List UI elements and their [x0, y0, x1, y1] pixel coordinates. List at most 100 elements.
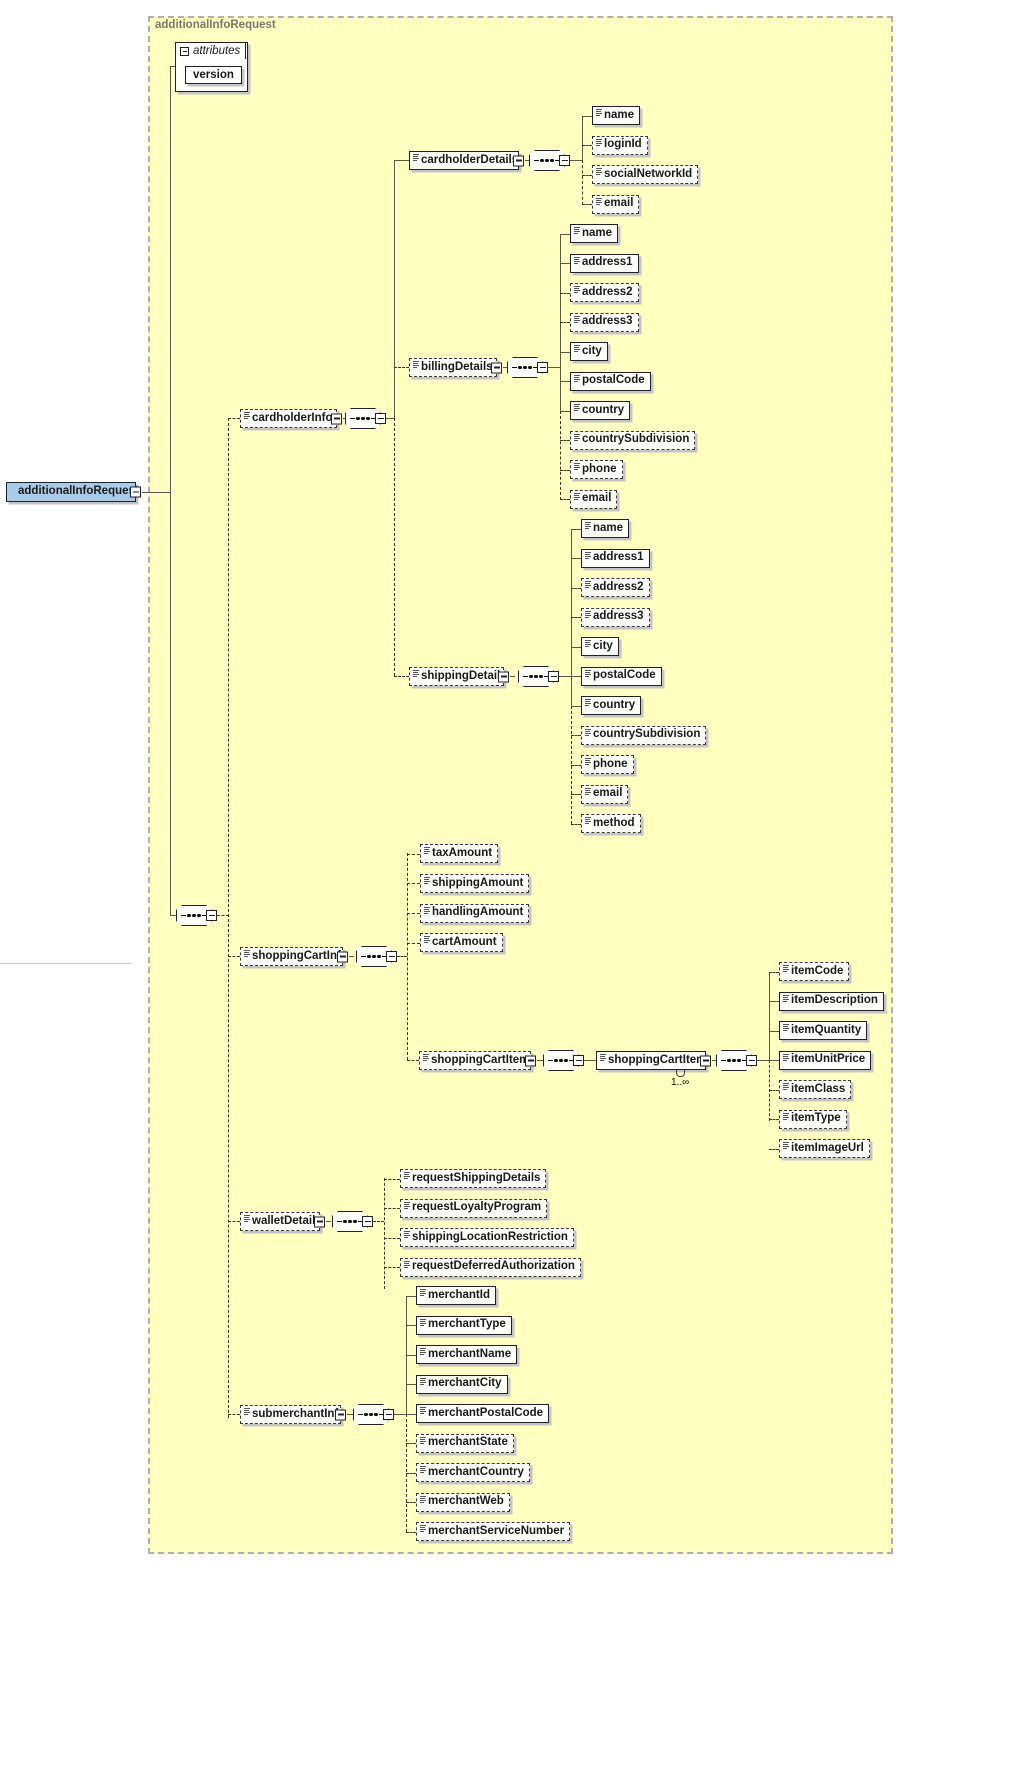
node-merchant-state[interactable]: merchantState [416, 1433, 514, 1453]
node-tax-amount[interactable]: taxAmount [420, 844, 499, 863]
node-postal-code[interactable]: postalCode [570, 371, 651, 391]
node-submerchant-info[interactable]: submerchantInfo [240, 1405, 346, 1424]
node-label: socialNetworkId [604, 167, 693, 180]
collapse-icon[interactable] [180, 46, 189, 56]
sequence-expander-icon[interactable] [548, 671, 559, 682]
node-label: shoppingCartItems [431, 1053, 536, 1066]
node-country-subdivision[interactable]: countrySubdivision [570, 430, 696, 450]
node-address2[interactable]: address2 [570, 283, 639, 302]
sequence-expander-icon[interactable] [383, 1409, 394, 1420]
connector-spine-dashed-vertical [228, 418, 229, 1418]
node-email[interactable]: email [592, 194, 640, 214]
node-label: cartAmount [432, 936, 497, 949]
node-cardholder-info[interactable]: cardholderInfo [240, 409, 342, 428]
sequence-expander-icon[interactable] [559, 155, 570, 166]
node-merchant-postal-code[interactable]: merchantPostalCode [416, 1404, 550, 1423]
node-address1[interactable]: address1 [570, 253, 639, 273]
node-phone[interactable]: phone [570, 460, 623, 479]
node-item-quantity[interactable]: itemQuantity [779, 1021, 868, 1040]
element-glyph-icon [404, 1172, 410, 1179]
node-address3[interactable]: address3 [570, 312, 639, 332]
node-request-loyalty-program[interactable]: requestLoyaltyProgram [400, 1198, 548, 1218]
node-name[interactable]: name [570, 224, 619, 243]
node-label: walletDetails [252, 1214, 322, 1227]
node-merchant-country[interactable]: merchantCountry [416, 1463, 530, 1482]
node-item-type[interactable]: itemType [779, 1109, 847, 1129]
node-item-image-url[interactable]: itemImageUrl [779, 1139, 870, 1158]
node-country[interactable]: country [581, 696, 642, 715]
node-shopping-cart-info[interactable]: shoppingCartInfo [240, 947, 348, 966]
node-country[interactable]: country [570, 401, 631, 420]
root-element-additional-info-request[interactable]: additionalInfoRequest [6, 482, 141, 502]
sequence-expander-icon[interactable] [206, 910, 217, 921]
node-shipping-location-restriction[interactable]: shippingLocationRestriction [400, 1228, 574, 1247]
connector-seq-to-wallet-children [373, 1221, 384, 1222]
node-email[interactable]: email [581, 784, 629, 804]
expander-icon[interactable] [513, 155, 524, 166]
node-handling-amount[interactable]: handlingAmount [420, 903, 530, 923]
expander-icon[interactable] [335, 1409, 346, 1420]
node-label: city [593, 639, 613, 652]
node-request-shipping-details[interactable]: requestShippingDetails [400, 1169, 547, 1188]
node-email[interactable]: email [570, 489, 618, 509]
node-address1[interactable]: address1 [581, 548, 650, 568]
node-merchant-name[interactable]: merchantName [416, 1345, 518, 1364]
node-shipping-amount[interactable]: shippingAmount [420, 873, 530, 893]
node-address2[interactable]: address2 [581, 578, 650, 597]
sequence-expander-icon[interactable] [375, 413, 386, 424]
expander-icon[interactable] [314, 1216, 325, 1227]
expander-icon[interactable] [525, 1055, 536, 1066]
sequence-expander-icon[interactable] [746, 1055, 757, 1066]
element-glyph-icon [413, 670, 419, 677]
expander-icon[interactable] [130, 486, 141, 498]
node-merchant-id[interactable]: merchantId [416, 1286, 496, 1305]
attribute-node-version[interactable]: version [185, 66, 242, 84]
node-merchant-city[interactable]: merchantCity [416, 1374, 508, 1394]
node-login-id[interactable]: loginId [592, 135, 648, 155]
sequence-expander-icon[interactable] [362, 1216, 373, 1227]
node-city[interactable]: city [581, 637, 619, 656]
node-merchant-service-number[interactable]: merchantServiceNumber [416, 1522, 571, 1541]
node-city[interactable]: city [570, 342, 608, 361]
node-label: method [593, 816, 635, 829]
expander-icon[interactable] [331, 413, 342, 424]
group-label: additionalInfoRequest [155, 19, 276, 31]
node-country-subdivision[interactable]: countrySubdivision [581, 725, 707, 745]
node-label: shippingAmount [432, 876, 524, 889]
expander-icon[interactable] [491, 362, 502, 373]
node-shopping-cart-item[interactable]: shoppingCartItem [596, 1051, 711, 1070]
node-social-network-id[interactable]: socialNetworkId [592, 165, 699, 184]
node-postal-code[interactable]: postalCode [581, 666, 662, 686]
node-item-code[interactable]: itemCode [779, 962, 850, 981]
connector-stub [769, 971, 779, 973]
node-cardholder-details[interactable]: cardholderDetails [409, 151, 524, 170]
connector-wallet-children-bar [384, 1178, 385, 1289]
connector-stub [384, 1208, 400, 1209]
sequence-expander-icon[interactable] [386, 951, 397, 962]
node-request-deferred-authorization[interactable]: requestDeferredAuthorization [400, 1257, 581, 1277]
sequence-expander-icon[interactable] [537, 362, 548, 373]
node-billing-details[interactable]: billingDetails [409, 358, 502, 377]
node-merchant-type[interactable]: merchantType [416, 1315, 512, 1335]
node-item-unit-price[interactable]: itemUnitPrice [779, 1050, 872, 1070]
node-item-description[interactable]: itemDescription [779, 991, 884, 1011]
expander-icon[interactable] [700, 1055, 711, 1066]
node-shipping-details[interactable]: shippingDetails [409, 667, 509, 686]
node-phone[interactable]: phone [581, 755, 634, 774]
attributes-header[interactable]: attributes [175, 42, 246, 59]
node-name[interactable]: name [581, 519, 630, 538]
connector-stub [571, 646, 581, 648]
expander-icon[interactable] [498, 671, 509, 682]
node-wallet-details[interactable]: walletDetails [240, 1212, 325, 1231]
node-shopping-cart-items[interactable]: shoppingCartItems [419, 1051, 536, 1070]
node-method[interactable]: method [581, 814, 641, 833]
node-item-class[interactable]: itemClass [779, 1080, 852, 1099]
element-glyph-icon [574, 345, 580, 352]
sequence-expander-icon[interactable] [573, 1055, 584, 1066]
node-name[interactable]: name [592, 106, 641, 125]
node-merchant-web[interactable]: merchantWeb [416, 1492, 510, 1512]
expander-icon[interactable] [337, 951, 348, 962]
node-label: address3 [582, 315, 633, 328]
node-cart-amount[interactable]: cartAmount [420, 933, 503, 953]
node-address3[interactable]: address3 [581, 607, 650, 627]
